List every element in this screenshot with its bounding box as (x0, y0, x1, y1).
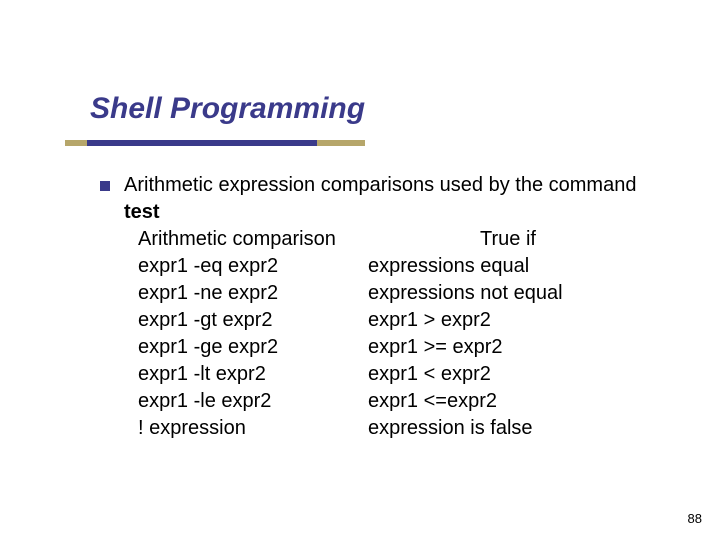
cell-right: expr1 < expr2 (368, 361, 628, 388)
title-area: Shell Programming (90, 92, 365, 126)
slide-title: Shell Programming (90, 92, 365, 125)
cell-right: expr1 > expr2 (368, 307, 628, 334)
table-header-row: Arithmetic comparison True if (138, 226, 660, 253)
comparison-block: Arithmetic comparison True if expr1 -eq … (138, 226, 660, 442)
square-bullet-icon (100, 181, 110, 191)
cell-left: expr1 -gt expr2 (138, 307, 368, 334)
title-underline-accent-left (65, 140, 87, 146)
table-header-right: True if (398, 226, 618, 253)
cell-left: expr1 -lt expr2 (138, 361, 368, 388)
table-row: expr1 -lt expr2 expr1 < expr2 (138, 361, 660, 388)
title-underline (65, 140, 365, 146)
cell-left: expr1 -le expr2 (138, 388, 368, 415)
slide: Shell Programming Arithmetic expression … (0, 0, 720, 540)
table-row: expr1 -eq expr2 expressions equal (138, 253, 660, 280)
lead-part1: Arithmetic expression comparisons used b… (124, 174, 636, 196)
table-row: expr1 -gt expr2 expr1 > expr2 (138, 307, 660, 334)
bullet-item: Arithmetic expression comparisons used b… (100, 172, 660, 226)
table-row: expr1 -ge expr2 expr1 >= expr2 (138, 334, 660, 361)
cell-right: expressions not equal (368, 280, 628, 307)
page-number: 88 (688, 511, 702, 526)
cell-left: expr1 -eq expr2 (138, 253, 368, 280)
cell-right: expression is false (368, 415, 628, 442)
table-row: expr1 -le expr2 expr1 <=expr2 (138, 388, 660, 415)
cell-left: ! expression (138, 415, 368, 442)
cell-right: expressions equal (368, 253, 628, 280)
title-underline-accent-right (317, 140, 365, 146)
table-row: ! expression expression is false (138, 415, 660, 442)
table-row: expr1 -ne expr2 expressions not equal (138, 280, 660, 307)
title-underline-main (87, 140, 317, 146)
lead-bold: test (124, 201, 160, 223)
table-header-left: Arithmetic comparison (138, 226, 398, 253)
cell-right: expr1 <=expr2 (368, 388, 628, 415)
cell-left: expr1 -ne expr2 (138, 280, 368, 307)
cell-left: expr1 -ge expr2 (138, 334, 368, 361)
body-text: Arithmetic expression comparisons used b… (100, 172, 660, 442)
lead-text: Arithmetic expression comparisons used b… (124, 172, 660, 226)
cell-right: expr1 >= expr2 (368, 334, 628, 361)
